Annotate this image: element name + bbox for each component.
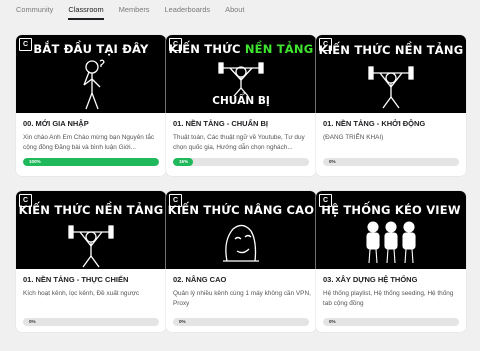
tab-leaderboards[interactable]: Leaderboards — [165, 0, 211, 20]
course-thumbnail: C BẮT ĐẦU TẠI ĐÂY — [16, 35, 166, 113]
thumbnail-title: KIẾN THỨC NỀN TẢNG — [18, 203, 164, 217]
thumbnail-subtitle: CHUẨN BỊ — [212, 95, 270, 107]
thumbnail-title: KIẾN THỨC NÂNG CAO — [167, 203, 315, 217]
course-title: 00. MỚI GIA NHẬP — [23, 119, 89, 128]
course-title: 02. NÂNG CAO — [173, 275, 227, 284]
progress-bar: 15% — [173, 158, 309, 166]
course-description: Xin chào Anh Em Chào mừng bạn Nguyên tắc… — [23, 134, 155, 151]
progress-label: 0% — [29, 319, 36, 324]
thumbnail-title-highlight: NỀN TẢNG — [244, 42, 314, 56]
progress-label: 0% — [329, 159, 336, 164]
progress-label: 0% — [179, 319, 186, 324]
course-thumbnail: C KIẾN THỨC NỀN TẢNG — [16, 191, 166, 269]
course-card[interactable]: C BẮT ĐẦU TẠI ĐÂY 00. MỚI GIA NHẬP Xin c… — [16, 35, 166, 176]
stick-figure-lifting-icon — [68, 225, 114, 268]
course-description: Hệ thống playlist, Hệ thống seeding, Hệ … — [323, 290, 454, 307]
progress-label: 15% — [179, 159, 189, 164]
course-title: 01. NỀN TẢNG - THỰC CHIẾN — [23, 275, 129, 284]
course-title: 01. NỀN TẢNG - KHỞI ĐỘNG — [323, 119, 426, 128]
meme-face-icon — [223, 224, 259, 262]
progress-label: 0% — [329, 319, 336, 324]
course-thumbnail: C HỆ THỐNG KÉO VIEW — [316, 191, 466, 269]
thumbnail-title: KIẾN THỨC NỀN TẢNG — [318, 43, 464, 57]
stick-figure-lifting-icon — [368, 66, 414, 109]
course-thumbnail: C KIẾN THỨC NỀN TẢNG CHUẨN BỊ — [166, 35, 316, 113]
course-card[interactable]: C HỆ THỐNG KÉO VIEW 03. XÂY DỰNG HỆ THỐN… — [316, 191, 466, 332]
course-description: Quản lý nhiều kênh cùng 1 máy không cần … — [173, 290, 311, 307]
tab-classroom[interactable]: Classroom — [68, 0, 105, 20]
tab-about[interactable]: About — [225, 0, 244, 20]
course-title: 01. NỀN TẢNG - CHUẨN BỊ — [173, 119, 269, 128]
course-card[interactable]: C KIẾN THỨC NỀN TẢNG 01. NỀN TẢNG - THỰC… — [16, 191, 166, 332]
course-thumbnail: C KIẾN THỨC NỀN TẢNG — [316, 35, 466, 113]
tab-community[interactable]: Community — [16, 0, 53, 20]
course-card[interactable]: C KIẾN THỨC NỀN TẢNG CHUẨN BỊ 01. NỀN TẢ… — [166, 35, 316, 176]
course-thumbnail: C KIẾN THỨC NÂNG CAO — [166, 191, 316, 269]
course-card[interactable]: C KIẾN THỨC NÂNG CAO 02. NÂNG CAO Quản l… — [166, 191, 316, 332]
thumbnail-title: KIẾN THỨC NỀN TẢNG — [166, 42, 316, 56]
stick-figure-lifting-icon — [218, 62, 264, 96]
progress-bar: 0% — [323, 158, 459, 166]
progress-fill — [23, 158, 159, 166]
progress-bar: 0% — [173, 318, 309, 326]
course-title: 03. XÂY DỰNG HỆ THỐNG — [323, 275, 418, 284]
course-description: Kích hoạt kênh, lọc kênh, Đề xuất ngược — [23, 290, 140, 297]
thumbnail-title: BẮT ĐẦU TẠI ĐÂY — [33, 42, 149, 56]
progress-bar: 100% — [23, 158, 159, 166]
progress-bar: 0% — [23, 318, 159, 326]
course-description: Thuật toán, Các thuật ngữ về Youtube, Tư… — [173, 134, 305, 151]
thumbnail-title-part: KIẾN THỨC — [168, 42, 245, 56]
stick-figure-thinking-icon — [83, 59, 105, 110]
three-figures-icon — [366, 221, 416, 264]
tab-members[interactable]: Members — [119, 0, 150, 20]
course-card[interactable]: C KIẾN THỨC NỀN TẢNG 01. NỀN TẢNG - KHỞI… — [316, 35, 466, 176]
thumbnail-title: HỆ THỐNG KÉO VIEW — [321, 203, 461, 217]
course-description: (ĐANG TRIỂN KHAI) — [323, 134, 384, 141]
progress-bar: 0% — [323, 318, 459, 326]
top-nav: Community Classroom Members Leaderboards… — [0, 0, 480, 20]
progress-label: 100% — [29, 159, 41, 164]
